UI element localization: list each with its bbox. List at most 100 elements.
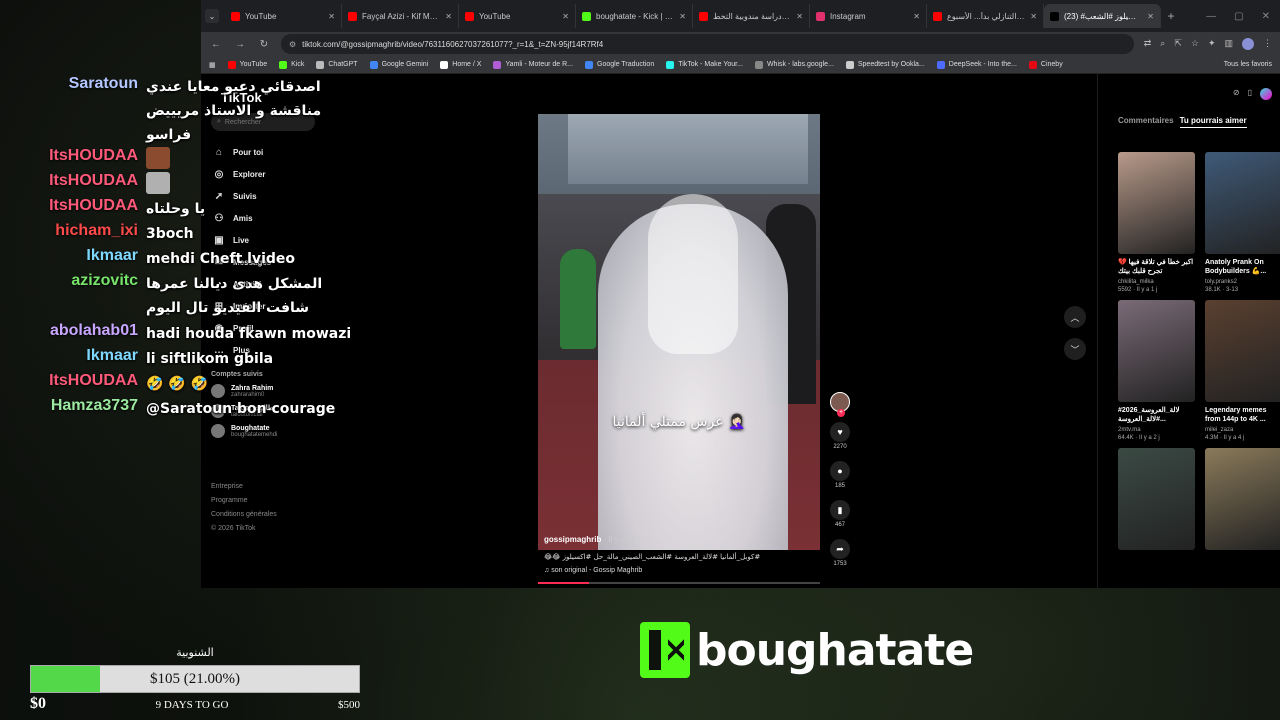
share-button[interactable]: ➦	[830, 539, 850, 559]
minimize-icon[interactable]: —	[1206, 11, 1216, 22]
browser-menu-icon[interactable]: ⋮	[1263, 38, 1272, 50]
video-sound[interactable]: ♫ son original - Gossip Maghrib	[544, 564, 820, 578]
chat-username[interactable]: ItsHOUDAA	[0, 372, 146, 390]
creator-avatar[interactable]	[830, 392, 850, 417]
bookmark-item[interactable]: Cineby	[1028, 60, 1063, 69]
video-progress-bar[interactable]	[538, 582, 820, 584]
tab-close-icon[interactable]: ✕	[328, 12, 335, 21]
recommended-video[interactable]: Legendary memes from 144p to 4K ... milei…	[1205, 300, 1280, 442]
save-button[interactable]: ▮	[830, 500, 850, 520]
close-window-icon[interactable]: ✕	[1262, 11, 1270, 22]
video-thumbnail[interactable]	[1118, 300, 1195, 402]
video-author-line[interactable]: gossipmaghrib · Il y a 12 h	[544, 535, 643, 544]
video-author[interactable]: chkilita_milka	[1118, 278, 1195, 286]
video-author[interactable]: 2mtv.ma	[1118, 426, 1195, 434]
all-bookmarks[interactable]: Tous les favoris	[1224, 61, 1272, 68]
tab-close-icon[interactable]: ✕	[1147, 12, 1154, 21]
video-thumbnail[interactable]	[1205, 300, 1280, 402]
compass-icon[interactable]: ⊘	[1233, 88, 1240, 100]
chat-username[interactable]: hicham_ixi	[0, 222, 146, 240]
tab-close-icon[interactable]: ✕	[445, 12, 452, 21]
browser-tab[interactable]: (23) #اكسيلوز #الشعب... ✕	[1044, 4, 1161, 28]
video-thumbnail[interactable]	[1118, 152, 1195, 254]
recommended-video[interactable]: Anatoly Prank On Bodybuilders 💪... toly.p…	[1205, 152, 1280, 294]
following-account[interactable]: Boughatate boughatatemehdi	[211, 424, 321, 438]
bookmark-item[interactable]: Kick	[279, 60, 304, 69]
video-meta: toly.pranks2 38.1K · 3-13	[1205, 278, 1280, 294]
next-video-button[interactable]: ﹀	[1064, 338, 1086, 360]
chat-username[interactable]: Ikmaar	[0, 347, 146, 365]
install-icon[interactable]: ⇱	[1174, 38, 1182, 50]
tab-close-icon[interactable]: ✕	[679, 12, 686, 21]
chat-username[interactable]: Ikmaar	[0, 247, 146, 265]
bookmark-item[interactable]: Whisk - labs.google...	[754, 60, 834, 69]
video-thumbnail[interactable]	[1205, 152, 1280, 254]
tab-comments[interactable]: Commentaires	[1118, 116, 1174, 128]
chat-username[interactable]: azizovitc	[0, 272, 146, 290]
user-avatar[interactable]	[1260, 88, 1272, 100]
bookmark-item[interactable]: YouTube	[227, 60, 267, 69]
tab-search-menu[interactable]: ⌄	[205, 9, 219, 23]
chat-username[interactable]: ItsHOUDAA	[0, 147, 146, 165]
apps-icon[interactable]: ▦	[209, 61, 216, 69]
recommended-video[interactable]: اكبر خطأ في تلاقة فيها 💔 تجرح قلبك بيتك c…	[1118, 152, 1195, 294]
comment-button[interactable]: ●	[830, 461, 850, 481]
video-thumbnail[interactable]	[1205, 448, 1280, 550]
browser-tab[interactable]: Instagram ✕	[810, 4, 927, 28]
reload-icon[interactable]: ↻	[257, 39, 271, 50]
bookmark-item[interactable]: Yamli - Moteur de R...	[493, 60, 573, 69]
tab-close-icon[interactable]: ✕	[1030, 12, 1037, 21]
chat-username[interactable]: ItsHOUDAA	[0, 172, 146, 190]
bookmark-item[interactable]: Speedtest by Ookla...	[845, 60, 925, 69]
video-author[interactable]: gossipmaghrib	[544, 535, 601, 544]
bookmark-item[interactable]: ChatGPT	[316, 60, 358, 69]
recommended-video[interactable]	[1205, 448, 1280, 550]
url-field[interactable]: ⚙ tiktok.com/@gossipmaghrib/video/763116…	[281, 34, 1134, 54]
profile-avatar[interactable]	[1242, 38, 1254, 50]
video-author[interactable]: toly.pranks2	[1205, 278, 1280, 286]
browser-tab[interactable]: بعد دراسة مندوبية التخط... ✕	[693, 4, 810, 28]
recommended-video[interactable]: #لالة_العروسة_2026 #لالة_العروسة... 2mtv.…	[1118, 300, 1195, 442]
tab-close-icon[interactable]: ✕	[913, 12, 920, 21]
tab-recommendations[interactable]: Tu pourrais aimer	[1179, 116, 1247, 128]
tab-close-icon[interactable]: ✕	[562, 12, 569, 21]
recommended-video[interactable]	[1118, 448, 1195, 550]
footer-link[interactable]: Entreprise	[211, 480, 277, 494]
video-veil	[648, 194, 738, 354]
video-player[interactable]: عرس ممتلي ألمانيا 🤦🏻‍♀️ gossipmaghrib · …	[538, 114, 820, 550]
footer-link[interactable]: Programme	[211, 494, 277, 508]
translate-icon[interactable]: ⇄	[1144, 38, 1152, 50]
bookmark-star-icon[interactable]: ☆	[1191, 38, 1199, 50]
bookmark-item[interactable]: DeepSeek - Into the...	[936, 60, 1017, 69]
video-author[interactable]: milei_zaza	[1205, 426, 1280, 434]
chat-username[interactable]: Hamza3737	[0, 397, 146, 415]
browser-tab[interactable]: YouTube ✕	[459, 4, 576, 28]
tab-close-icon[interactable]: ✕	[796, 12, 803, 21]
bookmark-item[interactable]: TikTok - Make Your...	[666, 60, 743, 69]
maximize-icon[interactable]: ▢	[1234, 11, 1243, 22]
forward-icon[interactable]: →	[233, 39, 247, 50]
browser-tab[interactable]: Fayçal Azizi - Kif Mana (V ✕	[342, 4, 459, 28]
chat-username[interactable]: ItsHOUDAA	[0, 197, 146, 215]
bookmark-item[interactable]: Home / X	[440, 60, 481, 69]
bookmark-item[interactable]: Google Gemini	[369, 60, 428, 69]
video-thumbnail[interactable]	[1118, 448, 1195, 550]
browser-tab[interactable]: boughatate - Kick | Strea ✕	[576, 4, 693, 28]
new-tab-button[interactable]: +	[1161, 9, 1181, 23]
previous-video-button[interactable]: ︿	[1064, 306, 1086, 328]
bookmark-favicon-icon	[845, 60, 854, 69]
extensions-icon[interactable]: ✦	[1208, 38, 1216, 50]
footer-link[interactable]: Conditions générales	[211, 508, 277, 522]
bookmark-item[interactable]: Google Traduction	[585, 60, 654, 69]
browser-tab[interactable]: العد التنازلي بدأ... الأسبوع ✕	[927, 4, 1044, 28]
split-icon[interactable]: ▥	[1224, 38, 1233, 50]
phone-icon[interactable]: ▯	[1248, 88, 1252, 100]
address-bar: ← → ↻ ⚙ tiktok.com/@gossipmaghrib/video/…	[201, 32, 1280, 56]
chat-username[interactable]: abolahab01	[0, 322, 146, 340]
site-info-icon[interactable]: ⚙	[289, 40, 296, 49]
chat-username[interactable]: Saratoun	[0, 75, 146, 93]
like-button[interactable]: ♥	[830, 422, 850, 442]
back-icon[interactable]: ←	[209, 39, 223, 50]
browser-tab[interactable]: YouTube ✕	[225, 4, 342, 28]
zoom-icon[interactable]: ⌕	[1160, 38, 1165, 50]
